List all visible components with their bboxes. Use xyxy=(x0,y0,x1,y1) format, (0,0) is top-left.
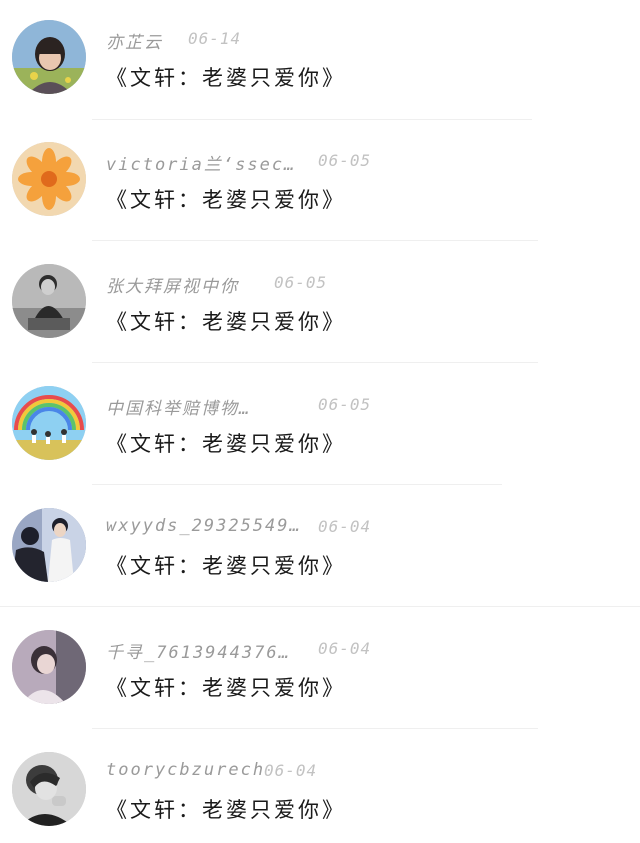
username[interactable]: 中国科举赔博物… xyxy=(106,394,251,419)
comment-meta: 张大拜屏视中你 06-05 xyxy=(106,272,606,298)
avatar[interactable] xyxy=(12,508,86,582)
avatar-grey-boy-icon xyxy=(12,752,86,826)
username[interactable]: 亦芷云 xyxy=(106,28,163,53)
divider xyxy=(92,728,538,729)
comment-text: 《文轩：老婆只爱你》 xyxy=(106,676,346,700)
comment-text: 《文轩：老婆只爱你》 xyxy=(106,798,346,822)
comment-item[interactable]: 张大拜屏视中你 06-05 《文轩：老婆只爱你》 xyxy=(0,244,640,366)
comment-meta: toorycbzurech 06-04 xyxy=(106,760,606,786)
comment-date: 06-04 xyxy=(264,761,318,780)
comment-text: 《文轩：老婆只爱你》 xyxy=(106,66,346,90)
divider xyxy=(0,606,640,607)
avatar[interactable] xyxy=(12,142,86,216)
comment-meta: 千寻_7613944376… 06-04 xyxy=(106,638,606,664)
username[interactable]: victoria兰‘ssec… xyxy=(106,150,296,175)
avatar[interactable] xyxy=(12,752,86,826)
avatar[interactable] xyxy=(12,386,86,460)
comment-item[interactable]: 亦芷云 06-14 《文轩：老婆只爱你》 xyxy=(0,0,640,122)
comment-meta: 亦芷云 06-14 xyxy=(106,28,606,54)
avatar-orange-flower-icon xyxy=(12,142,86,216)
avatar[interactable] xyxy=(12,20,86,94)
comment-date: 06-14 xyxy=(188,29,242,48)
comment-date: 06-05 xyxy=(318,151,372,170)
avatar-bw-man-icon xyxy=(12,264,86,338)
avatar[interactable] xyxy=(12,264,86,338)
divider xyxy=(92,119,532,120)
comment-text: 《文轩：老婆只爱你》 xyxy=(106,310,346,334)
comment-date: 06-05 xyxy=(274,273,328,292)
comment-date: 06-04 xyxy=(318,517,372,536)
divider xyxy=(92,362,538,363)
divider xyxy=(92,240,538,241)
comment-text: 《文轩：老婆只爱你》 xyxy=(106,554,346,578)
avatar-girl-short-hair-icon xyxy=(12,20,86,94)
comment-item[interactable]: toorycbzurech 06-04 《文轩：老婆只爱你》 xyxy=(0,732,640,843)
comment-item[interactable]: 中国科举赔博物… 06-05 《文轩：老婆只爱你》 xyxy=(0,366,640,488)
avatar[interactable] xyxy=(12,630,86,704)
comment-meta: 中国科举赔博物… 06-05 xyxy=(106,394,606,420)
divider xyxy=(92,484,502,485)
comment-text: 《文轩：老婆只爱你》 xyxy=(106,188,346,212)
comment-item[interactable]: wxyyds_29325549… 06-04 《文轩：老婆只爱你》 xyxy=(0,488,640,610)
comment-list: 亦芷云 06-14 《文轩：老婆只爱你》 victoria兰‘ssec… 06-… xyxy=(0,0,640,843)
comment-text: 《文轩：老婆只爱你》 xyxy=(106,432,346,456)
avatar-rainbow-field-icon xyxy=(12,386,86,460)
username[interactable]: 千寻_7613944376… xyxy=(106,638,291,663)
comment-item[interactable]: victoria兰‘ssec… 06-05 《文轩：老婆只爱你》 xyxy=(0,122,640,244)
avatar-purple-girl-icon xyxy=(12,630,86,704)
username[interactable]: 张大拜屏视中你 xyxy=(106,272,239,297)
comment-date: 06-05 xyxy=(318,395,372,414)
comment-meta: victoria兰‘ssec… 06-05 xyxy=(106,150,606,176)
avatar-two-boys-icon xyxy=(12,508,86,582)
username[interactable]: toorycbzurech xyxy=(106,760,265,780)
comment-date: 06-04 xyxy=(318,639,372,658)
comment-meta: wxyyds_29325549… 06-04 xyxy=(106,516,606,542)
comment-item[interactable]: 千寻_7613944376… 06-04 《文轩：老婆只爱你》 xyxy=(0,610,640,732)
username[interactable]: wxyyds_29325549… xyxy=(106,516,302,536)
